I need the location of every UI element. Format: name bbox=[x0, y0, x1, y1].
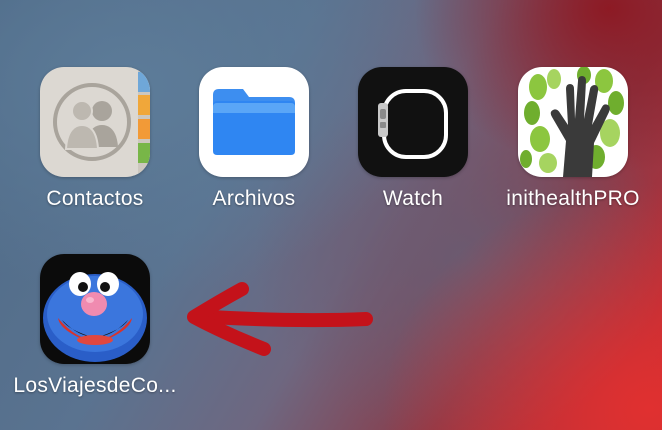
files-folder-icon bbox=[199, 67, 309, 177]
app-label: inithealthPRO bbox=[506, 187, 640, 210]
app-label: Archivos bbox=[212, 187, 296, 210]
apple-watch-icon bbox=[358, 67, 468, 177]
app-inithealthpro[interactable]: inithealthPRO bbox=[498, 67, 648, 211]
app-watch[interactable]: Watch bbox=[338, 67, 488, 211]
app-label: LosViajesdeCo... bbox=[13, 374, 177, 397]
red-arrow-icon bbox=[187, 282, 373, 356]
app-label: Watch bbox=[382, 187, 444, 210]
app-label: Contactos bbox=[46, 187, 144, 210]
app-losviajesdeco[interactable]: LosViajesdeCo... bbox=[13, 254, 176, 398]
contacts-icon bbox=[40, 67, 150, 177]
blue-monster-icon bbox=[40, 254, 150, 364]
home-screen: Contactos Archivos Watch inithealthPRO L… bbox=[0, 0, 662, 430]
hand-tree-icon bbox=[518, 67, 628, 177]
app-contactos[interactable]: Contactos bbox=[20, 67, 170, 211]
app-archivos[interactable]: Archivos bbox=[179, 67, 329, 211]
